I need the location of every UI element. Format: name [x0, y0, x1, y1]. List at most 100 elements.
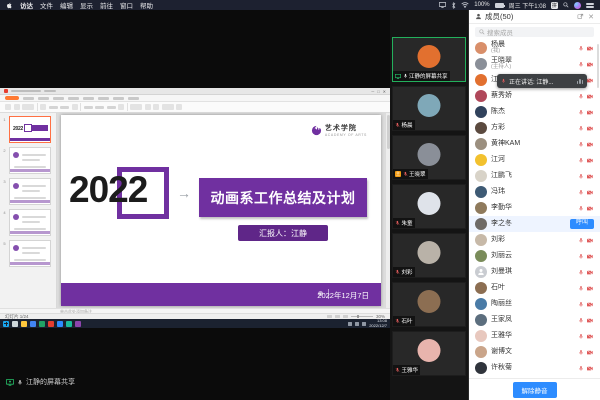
video-tile[interactable]: 杨晨 [392, 86, 466, 131]
member-row[interactable]: 陶丽丝 [469, 296, 600, 312]
camera-off-icon[interactable] [586, 189, 594, 195]
unmute-button[interactable]: 解除静音 [513, 382, 557, 398]
mic-muted-icon[interactable] [578, 205, 584, 212]
avatar [475, 58, 487, 70]
member-row[interactable]: 刘丽云 [469, 248, 600, 264]
mic-muted-icon [403, 171, 408, 177]
mic-muted-icon[interactable] [578, 301, 584, 308]
input-method-icon[interactable]: 拼 [551, 2, 558, 9]
menubar-clock[interactable]: 周三 下午1:08 [509, 1, 546, 10]
close-panel-icon[interactable]: ✕ [588, 13, 594, 21]
member-row[interactable]: 陈杰 [469, 104, 600, 120]
avatar [475, 138, 487, 150]
member-row[interactable]: 谢博文 [469, 344, 600, 360]
menubar-item[interactable]: 文件 [40, 0, 53, 10]
mic-muted-icon[interactable] [578, 237, 584, 244]
list-scrollbar[interactable] [597, 44, 600, 88]
camera-off-icon[interactable] [586, 173, 594, 179]
video-tile[interactable]: 石叶 [392, 282, 466, 327]
mic-muted-icon[interactable] [578, 285, 584, 292]
camera-off-icon[interactable] [586, 333, 594, 339]
menubar-item[interactable]: 前往 [100, 0, 113, 10]
camera-off-icon[interactable] [586, 45, 594, 51]
member-row[interactable]: 冯玮 [469, 184, 600, 200]
member-row[interactable]: 蔡秀娇 [469, 88, 600, 104]
menubar-item[interactable]: 访达 [20, 0, 33, 10]
member-row[interactable]: 方彩 [469, 120, 600, 136]
mic-muted-icon[interactable] [578, 333, 584, 340]
mic-muted-icon[interactable] [578, 125, 584, 132]
mic-muted-icon[interactable] [578, 269, 584, 276]
video-tile[interactable]: 江静的屏幕共享 [392, 37, 466, 82]
member-row[interactable]: 黄神KAM [469, 136, 600, 152]
member-row[interactable]: 王家凤 [469, 312, 600, 328]
bluetooth-icon[interactable] [451, 2, 456, 9]
video-tile[interactable]: 王雅华 [392, 331, 466, 376]
menubar-item[interactable]: 窗口 [120, 0, 133, 10]
member-row[interactable]: 刘彩 [469, 232, 600, 248]
siri-icon[interactable] [574, 2, 581, 9]
wifi-icon[interactable] [461, 2, 469, 8]
member-row[interactable]: 许秋菊 [469, 360, 600, 376]
camera-off-icon[interactable] [586, 77, 594, 83]
video-tile[interactable]: 刘彩 [392, 233, 466, 278]
camera-off-icon[interactable] [586, 237, 594, 243]
menubar-item[interactable]: 帮助 [140, 0, 153, 10]
mic-muted-icon[interactable] [578, 61, 584, 68]
member-row[interactable]: 石叶 [469, 280, 600, 296]
camera-off-icon[interactable] [586, 61, 594, 67]
menubar-item[interactable]: 显示 [80, 0, 93, 10]
tile-label: 刘彩 [393, 267, 415, 277]
camera-off-icon[interactable] [586, 109, 594, 115]
camera-off-icon[interactable] [586, 157, 594, 163]
mic-muted-icon[interactable] [578, 317, 584, 324]
camera-off-icon[interactable] [586, 125, 594, 131]
call-button[interactable]: 呼叫 [570, 219, 594, 229]
camera-off-icon[interactable] [586, 205, 594, 211]
camera-off-icon[interactable] [586, 93, 594, 99]
member-row[interactable]: 李勤华 [469, 200, 600, 216]
titlebar-tab [44, 90, 56, 93]
member-list[interactable]: 正在讲话: 江静... 杨晨 (我) [469, 40, 600, 378]
member-row[interactable]: 刘曼琪 [469, 264, 600, 280]
mic-muted-icon[interactable] [578, 349, 584, 356]
camera-off-icon[interactable] [586, 269, 594, 275]
avatar [475, 90, 487, 102]
member-row[interactable]: 杨晨 (我) [469, 40, 600, 56]
apple-logo-icon[interactable] [6, 2, 13, 9]
battery-icon[interactable] [495, 3, 504, 8]
mic-muted-icon[interactable] [578, 253, 584, 260]
display-icon[interactable] [439, 2, 446, 8]
tile-name: 王雅华 [402, 366, 419, 374]
mic-muted-icon[interactable] [578, 157, 584, 164]
camera-off-icon[interactable] [586, 285, 594, 291]
mic-muted-icon[interactable] [578, 45, 584, 52]
member-row[interactable]: 王雅华 [469, 328, 600, 344]
video-tile[interactable]: 朱童 [392, 184, 466, 229]
member-row[interactable]: 江河 [469, 152, 600, 168]
camera-off-icon[interactable] [586, 317, 594, 323]
mic-muted-icon[interactable] [578, 109, 584, 116]
camera-off-icon[interactable] [586, 301, 594, 307]
camera-off-icon[interactable] [586, 141, 594, 147]
search-input[interactable]: 搜索成员 [475, 27, 594, 37]
spotlight-icon[interactable] [563, 2, 569, 8]
mic-muted-icon[interactable] [578, 141, 584, 148]
slide-editor: 艺术学院 ACADEMY OF ARTS 2022 → 动画系工作总结及计划 [57, 113, 390, 308]
member-row[interactable]: 王晓翠 (主持人) [469, 56, 600, 72]
camera-off-icon[interactable] [586, 253, 594, 259]
menubar-item[interactable]: 编辑 [60, 0, 73, 10]
member-name: 蔡秀娇 [491, 92, 512, 99]
ribbon-tab [23, 97, 34, 100]
mic-muted-icon[interactable] [578, 365, 584, 372]
member-row[interactable]: 李之冬 呼叫 [469, 216, 600, 232]
popout-icon[interactable] [577, 13, 584, 20]
member-row[interactable]: 江鹏飞 [469, 168, 600, 184]
control-center-icon[interactable] [586, 2, 594, 8]
camera-off-icon[interactable] [586, 349, 594, 355]
mic-muted-icon[interactable] [578, 173, 584, 180]
camera-off-icon[interactable] [586, 365, 594, 371]
mic-muted-icon[interactable] [578, 93, 584, 100]
mic-muted-icon[interactable] [578, 189, 584, 196]
video-tile[interactable]: 主 王晓翠 [392, 135, 466, 180]
